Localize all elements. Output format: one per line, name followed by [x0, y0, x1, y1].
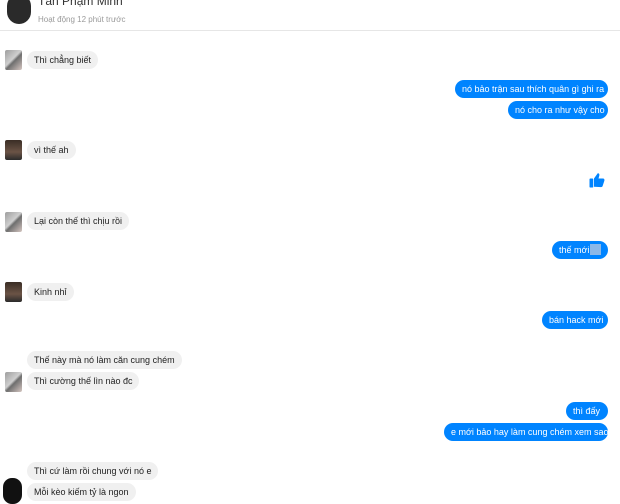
contact-name[interactable]: Tân Phạm Minh	[38, 0, 123, 8]
message-text: thế mới	[559, 245, 590, 255]
sender-avatar[interactable]	[5, 50, 22, 70]
message-incoming: vì thế ah	[27, 141, 76, 159]
sender-avatar[interactable]	[5, 212, 22, 232]
message-incoming: Thì cứ làm rồi chung với nó e	[27, 462, 159, 480]
message-outgoing: nó bảo trận sau thích quân gì ghi ra	[455, 80, 608, 98]
sender-avatar[interactable]	[5, 282, 22, 302]
message-incoming: Kinh nhỉ	[27, 283, 74, 301]
message-incoming: Thì chẳng biết	[27, 51, 99, 69]
sender-avatar[interactable]	[5, 140, 22, 160]
message-outgoing: e mới bảo hay làm cung chém xem sao	[444, 423, 608, 441]
message-outgoing: thì đấy	[566, 402, 608, 420]
message-incoming: Thế này mà nó làm căn cung chém	[27, 351, 182, 369]
sender-avatar[interactable]	[5, 372, 22, 392]
active-status: Hoạt động 12 phút trước	[38, 15, 126, 24]
message-outgoing: bán hack mới	[542, 311, 608, 329]
chat-header: Tân Phạm Minh Hoạt động 12 phút trước	[0, 0, 620, 31]
message-incoming: Thì cường thế lìn nào đc	[27, 372, 140, 390]
message-outgoing: thế mới	[552, 241, 608, 259]
contact-avatar[interactable]	[7, 0, 31, 24]
thumbs-up-icon[interactable]	[588, 171, 606, 189]
emoji-icon	[590, 244, 602, 255]
sender-avatar[interactable]	[3, 478, 22, 504]
message-outgoing: nó cho ra như vậy cho	[508, 101, 608, 119]
message-incoming: Mỗi kèo kiếm tỷ là ngon	[27, 483, 136, 501]
message-incoming: Lại còn thế thì chịu rồi	[27, 212, 130, 230]
